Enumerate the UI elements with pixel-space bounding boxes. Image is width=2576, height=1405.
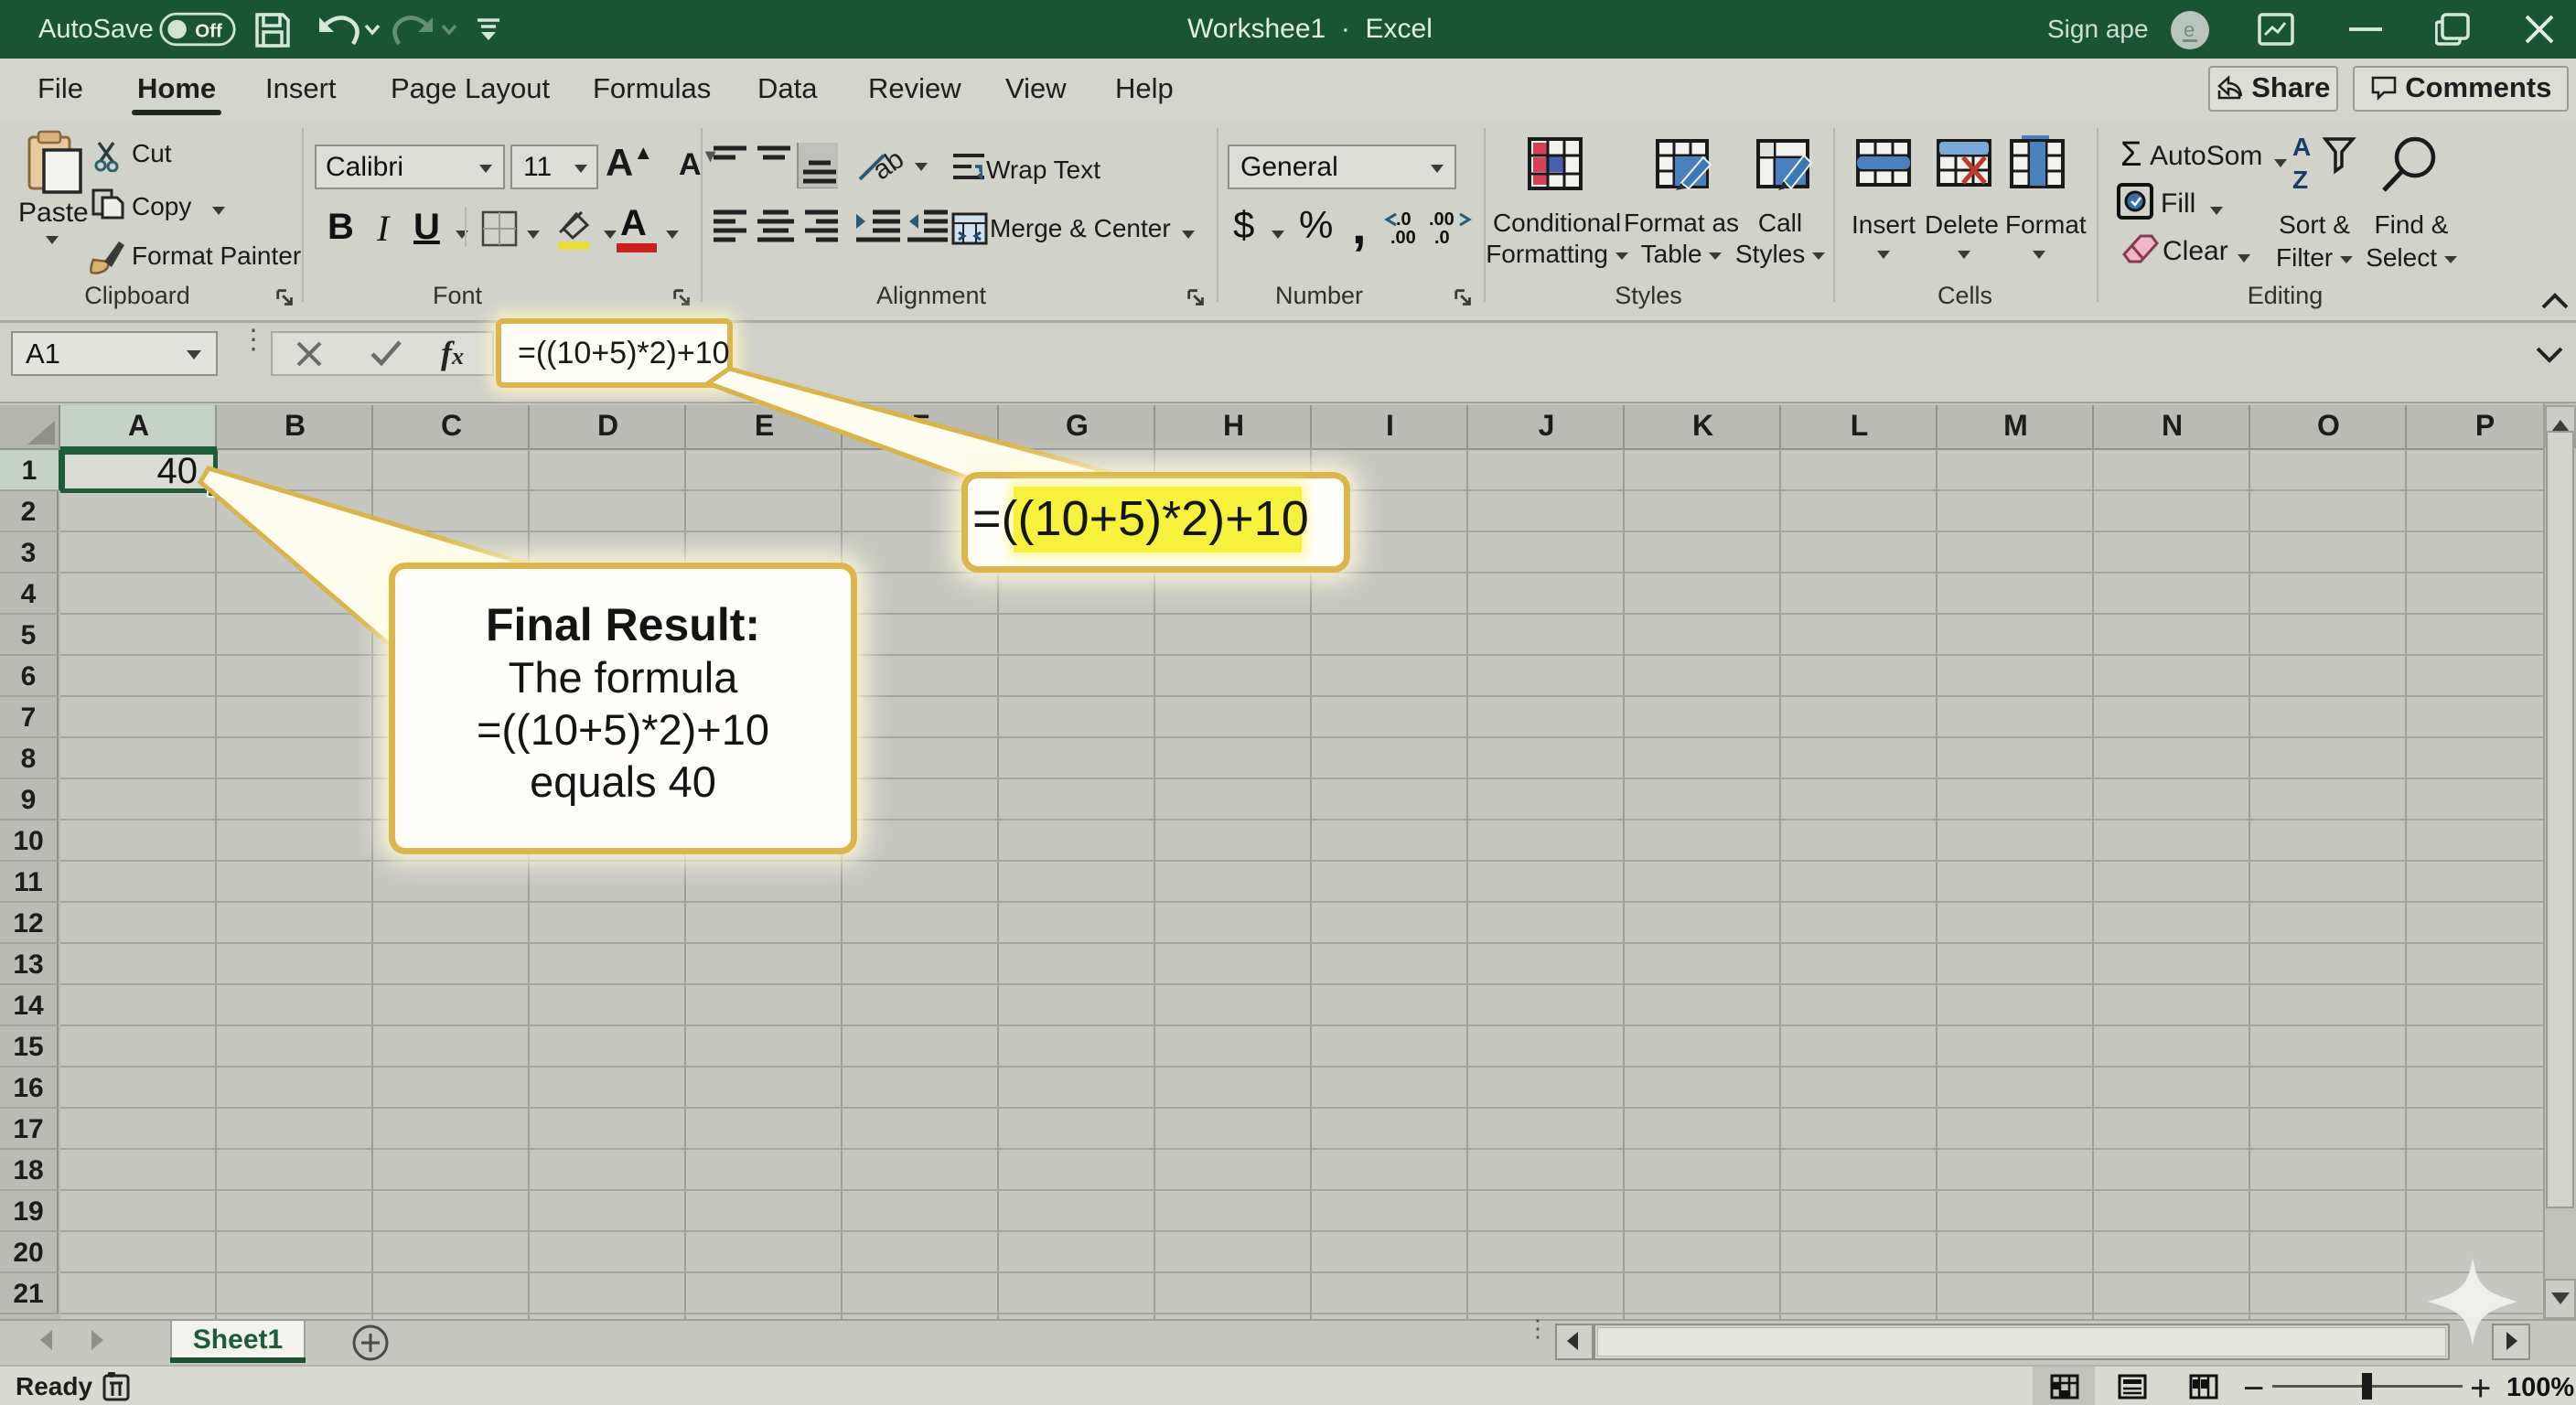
svg-text:.0: .0: [1396, 209, 1411, 230]
svg-text:Off: Off: [195, 20, 222, 41]
svg-text:Z: Z: [2292, 166, 2308, 194]
svg-text:A: A: [2292, 133, 2311, 161]
svg-text:ab: ab: [867, 144, 906, 186]
svg-text:.00: .00: [1429, 209, 1454, 230]
svg-text:e: e: [2184, 18, 2195, 41]
svg-text:.00: .00: [1390, 228, 1416, 248]
svg-text:.0: .0: [1434, 228, 1450, 248]
